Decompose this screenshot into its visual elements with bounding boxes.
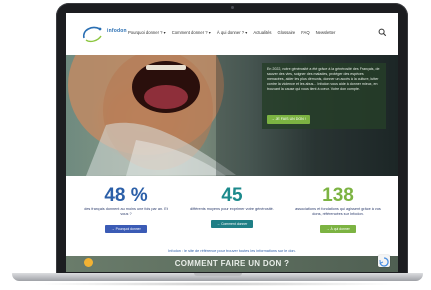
why-give-button[interactable]: → Pourquoi donner xyxy=(105,225,147,233)
stat-number: 48 % xyxy=(104,185,148,206)
nav-item-comment-donner[interactable]: Comment donner ? ▾ xyxy=(172,30,211,35)
nav-item-faq[interactable]: FAQ xyxy=(301,30,309,35)
laptop-shadow xyxy=(30,282,405,286)
search-icon[interactable] xyxy=(378,28,387,37)
stat-number: 138 xyxy=(322,185,354,206)
nav-item-glossaire[interactable]: Glossaire xyxy=(278,30,296,35)
laptop-bezel: infodon Pourquoi donner ? ▾ Comment donn… xyxy=(56,3,408,275)
nav-item-pourquoi-donner[interactable]: Pourquoi donner ? ▾ xyxy=(128,30,166,35)
donate-button[interactable]: → JE FAIS UN DON ! xyxy=(267,115,310,124)
stat-donors: 48 % des français donnent au moins une f… xyxy=(76,186,176,235)
laptop-screen: infodon Pourquoi donner ? ▾ Comment donn… xyxy=(66,13,398,272)
hero-card: En 2022, notre générosité a été grâce à … xyxy=(262,63,386,129)
main-nav: Pourquoi donner ? ▾ Comment donner ? ▾ À… xyxy=(128,30,335,35)
logo-text: infodon xyxy=(107,28,127,34)
laptop-base xyxy=(12,273,423,281)
hero-banner: En 2022, notre générosité a été grâce à … xyxy=(66,55,398,176)
stats-section: 48 % des français donnent au moins une f… xyxy=(66,176,398,256)
stat-description: des français donnent au moins une fois p… xyxy=(84,207,168,216)
site-logo[interactable]: infodon xyxy=(80,24,127,44)
how-to-donate-banner: COMMENT FAIRE UN DON ? xyxy=(66,256,398,272)
chat-icon[interactable] xyxy=(84,258,93,267)
who-give-button[interactable]: → À qui donner xyxy=(320,225,356,233)
recaptcha-logo-icon xyxy=(379,257,389,267)
stat-description: différents moyens pour exprimer votre gé… xyxy=(190,207,274,211)
nav-item-newsletter[interactable]: Newsletter xyxy=(316,30,336,35)
site-header: infodon Pourquoi donner ? ▾ Comment donn… xyxy=(66,13,398,55)
nav-item-actualites[interactable]: Actualités xyxy=(253,30,271,35)
how-give-button[interactable]: → Comment donner xyxy=(210,220,254,228)
section-title: COMMENT FAIRE UN DON ? xyxy=(174,259,290,268)
laptop-notch xyxy=(193,273,242,276)
nav-item-a-qui-donner[interactable]: À qui donner ? ▾ xyxy=(217,30,248,35)
stat-description: associations et fondations qui agissent … xyxy=(295,207,381,216)
logo-swirl-icon xyxy=(82,26,102,43)
stat-associations: 138 associations et fondations qui agiss… xyxy=(288,186,388,235)
recaptcha-icon xyxy=(378,255,390,267)
stat-number: 45 xyxy=(221,185,243,206)
camera-dot xyxy=(230,6,234,9)
stat-ways: 45 différents moyens pour exprimer votre… xyxy=(182,186,282,230)
hero-text: En 2022, notre générosité a été grâce à … xyxy=(267,67,380,91)
tagline: Infodon : le site de référence pour trou… xyxy=(168,249,296,253)
